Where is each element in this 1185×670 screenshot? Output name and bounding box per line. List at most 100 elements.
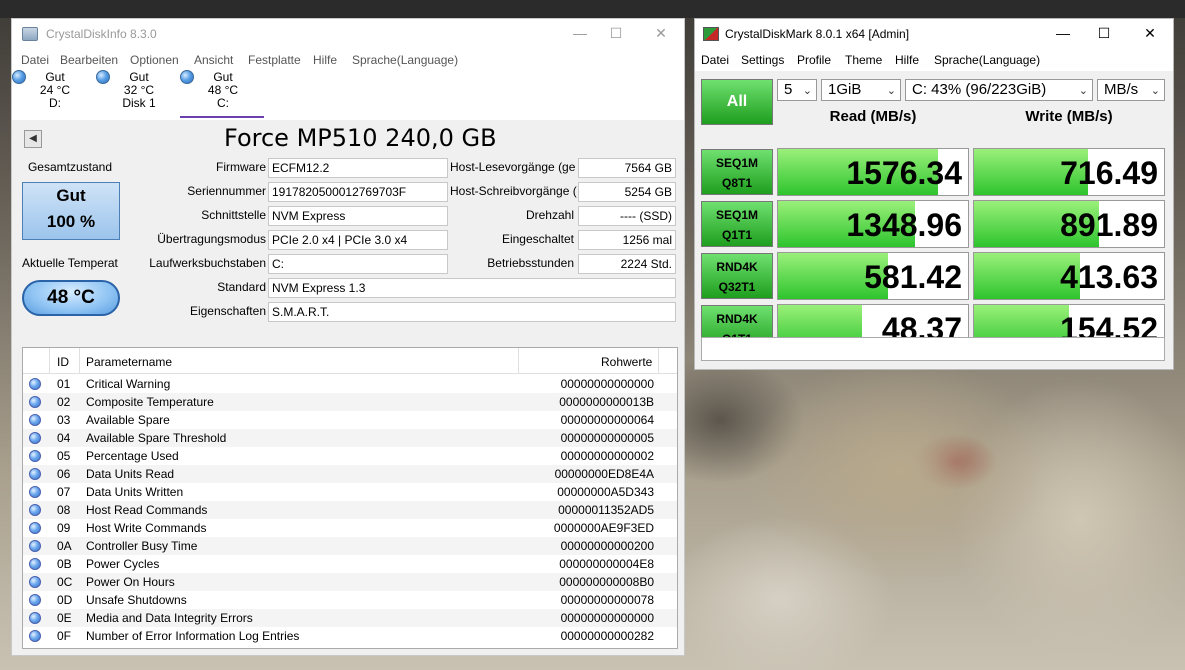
table-row[interactable]: 09 Host Write Commands 0000000AE9F3ED [23,519,677,537]
host-writes-label: Host-Schreibvorgänge ( [450,184,577,198]
test-count-select[interactable]: 5 ⌄ [777,79,817,101]
host-reads-label: Host-Lesevorgänge (ge [450,160,576,174]
cdi-titlebar[interactable]: CrystalDiskInfo 8.3.0 — ☐ ✕ [12,19,684,49]
cdm-titlebar[interactable]: CrystalDiskMark 8.0.1 x64 [Admin] — ☐ ✕ [695,19,1173,49]
features-label: Eigenschaften [189,304,266,318]
attribute-raw-value: 00000011352AD5 [558,503,654,517]
cdi-window-title: CrystalDiskInfo 8.3.0 [46,27,157,41]
menu-sprache[interactable]: Sprache(Language) [352,53,458,67]
smart-attributes-table[interactable]: ID Parametername Rohwerte 01 Critical War… [22,347,678,649]
temperature-badge[interactable]: 48 °C [22,280,120,316]
menu-sprache[interactable]: Sprache(Language) [934,53,1040,67]
menu-profile[interactable]: Profile [797,53,831,67]
test-queue-label: Q32T1 [718,280,756,294]
drive-select[interactable]: C: 43% (96/223GiB) ⌄ [905,79,1093,101]
table-row[interactable]: 08 Host Read Commands 00000011352AD5 [23,501,677,519]
attribute-raw-value: 00000000000282 [560,629,654,643]
menu-datei[interactable]: Datei [701,53,729,67]
attribute-name: Power Cycles [86,557,160,571]
attribute-id: 09 [57,521,71,535]
table-row[interactable]: 0A Controller Busy Time 00000000000200 [23,537,677,555]
health-status-box[interactable]: Gut 100 % [22,182,120,240]
drive-tab-c[interactable]: Gut 48 °C C: [180,70,264,118]
table-row[interactable]: 03 Available Spare 00000000000064 [23,411,677,429]
menu-settings[interactable]: Settings [741,53,784,67]
status-dot-icon [29,612,41,624]
read-speed-value: 1576.34 [846,155,962,191]
minimize-icon[interactable]: — [572,25,588,41]
health-label: Gesamtzustand [27,160,113,174]
write-result-cell: 716.49 [973,148,1165,196]
table-row[interactable]: 0B Power Cycles 000000000004E8 [23,555,677,573]
attribute-id: 01 [57,377,71,391]
menu-bearbeiten[interactable]: Bearbeiten [60,53,118,67]
transfer-mode-value: PCIe 2.0 x4 | PCIe 3.0 x4 [268,230,448,250]
column-header-raw[interactable]: Rohwerte [601,355,652,369]
attribute-raw-value: 00000000000200 [560,539,654,553]
transfer-mode-label: Übertragungsmodus [157,232,266,246]
attribute-id: 02 [57,395,71,409]
host-reads-value: 7564 GB [578,158,676,178]
maximize-icon[interactable]: ☐ [608,25,624,41]
test-button-2[interactable]: RND4K Q32T1 [701,253,773,299]
menu-optionen[interactable]: Optionen [130,53,179,67]
drive-tab-disk1[interactable]: Gut 32 °C Disk 1 [96,70,186,118]
menu-hilfe[interactable]: Hilfe [313,53,337,67]
column-header-id[interactable]: ID [57,355,69,369]
minimize-icon[interactable]: — [1055,25,1071,41]
smart-table-header: ID Parametername Rohwerte [23,348,677,374]
read-column-header: Read (MB/s) [829,108,917,125]
table-row[interactable]: 01 Critical Warning 00000000000000 [23,375,677,393]
write-speed-value: 413.63 [1060,259,1158,295]
test-button-0[interactable]: SEQ1M Q8T1 [701,149,773,195]
table-row[interactable]: 0F Number of Error Information Log Entrie… [23,627,677,645]
power-hours-value: 2224 Std. [578,254,676,274]
table-row[interactable]: 05 Percentage Used 00000000000002 [23,447,677,465]
desktop-top-strip [0,0,1185,18]
column-header-name[interactable]: Parametername [86,355,172,369]
status-dot-icon [29,486,41,498]
table-row[interactable]: 0C Power On Hours 000000000008B0 [23,573,677,591]
close-icon[interactable]: ✕ [1142,25,1158,41]
attribute-id: 0E [57,611,72,625]
attribute-name: Number of Error Information Log Entries [86,629,300,643]
read-speed-value: 581.42 [864,259,962,295]
table-row[interactable]: 0D Unsafe Shutdowns 00000000000078 [23,591,677,609]
crystaldiskinfo-window: CrystalDiskInfo 8.3.0 — ☐ ✕ Datei Bearbe… [11,18,685,656]
drive-tab-d[interactable]: Gut 24 °C D: [12,70,102,118]
power-count-value: 1256 mal [578,230,676,250]
attribute-raw-value: 000000000004E8 [559,557,654,571]
health-percent-text: 100 % [46,212,96,231]
host-writes-value: 5254 GB [578,182,676,202]
status-dot-icon [29,450,41,462]
serial-label: Seriennummer [187,184,266,198]
test-type-label: RND4K [716,312,758,326]
table-row[interactable]: 07 Data Units Written 00000000A5D343 [23,483,677,501]
attribute-name: Data Units Read [86,467,175,481]
menu-ansicht[interactable]: Ansicht [194,53,233,67]
attribute-raw-value: 00000000000078 [560,593,654,607]
table-row[interactable]: 0E Media and Data Integrity Errors 0000000… [23,609,677,627]
attribute-name: Available Spare Threshold [86,431,227,445]
close-icon[interactable]: ✕ [653,25,669,41]
menu-theme[interactable]: Theme [845,53,882,67]
chevron-down-icon: ⌄ [1150,85,1160,97]
maximize-icon[interactable]: ☐ [1096,25,1112,41]
previous-drive-arrow-icon[interactable]: ◀ [24,130,42,148]
run-all-button[interactable]: All [701,79,773,125]
menu-festplatte[interactable]: Festplatte [248,53,301,67]
status-comment-field[interactable] [701,337,1165,361]
unit-select[interactable]: MB/s ⌄ [1097,79,1165,101]
menu-datei[interactable]: Datei [21,53,49,67]
attribute-raw-value: 00000000000002 [560,449,654,463]
table-row[interactable]: 04 Available Spare Threshold 0000000000000… [23,429,677,447]
table-row[interactable]: 06 Data Units Read 00000000ED8E4A [23,465,677,483]
test-button-1[interactable]: SEQ1M Q1T1 [701,201,773,247]
cdm-menubar: Datei Settings Profile Theme Hilfe Sprac… [695,49,1173,71]
test-size-select[interactable]: 1GiB ⌄ [821,79,901,101]
table-row[interactable]: 02 Composite Temperature 0000000000013B [23,393,677,411]
attribute-name: Controller Busy Time [86,539,198,553]
test-queue-label: Q1T1 [721,228,752,242]
menu-hilfe[interactable]: Hilfe [895,53,919,67]
test-count-value: 5 [784,81,793,98]
